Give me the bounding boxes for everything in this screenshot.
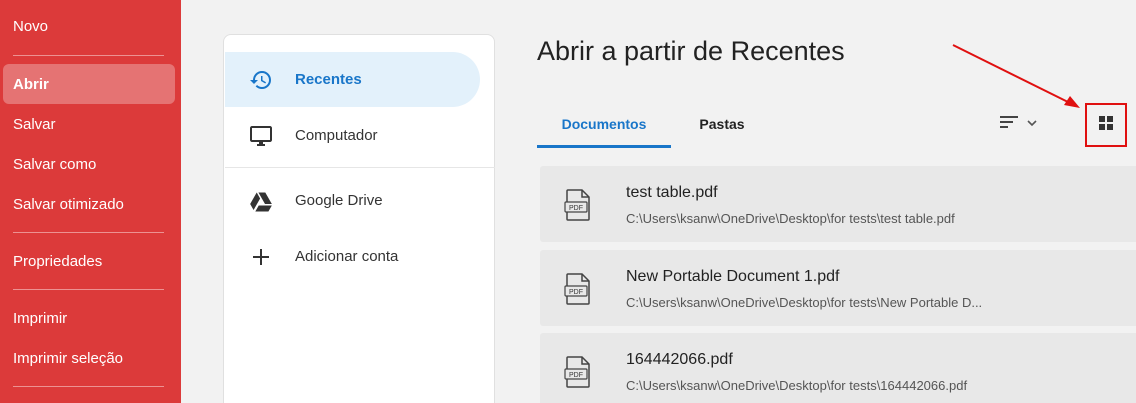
file-path: C:\Users\ksanw\OneDrive\Desktop\for test… — [626, 211, 955, 226]
file-row[interactable]: PDF New Portable Document 1.pdf C:\Users… — [540, 250, 1136, 326]
sort-button[interactable] — [998, 111, 1048, 137]
menu-divider — [13, 55, 164, 56]
pdf-file-icon: PDF — [564, 273, 592, 310]
file-name: 164442066.pdf — [626, 351, 733, 368]
plus-icon — [248, 244, 274, 270]
location-google-drive[interactable]: Google Drive — [225, 173, 480, 228]
file-row[interactable]: PDF test table.pdf C:\Users\ksanw\OneDri… — [540, 166, 1136, 242]
location-label: Recentes — [295, 71, 362, 88]
menu-item-imprimir-selecao[interactable]: Imprimir seleção — [3, 338, 175, 378]
menu-item-novo[interactable]: Novo — [3, 6, 175, 46]
file-name: New Portable Document 1.pdf — [626, 268, 840, 285]
pdf-file-icon: PDF — [564, 356, 592, 393]
file-path: C:\Users\ksanw\OneDrive\Desktop\for test… — [626, 295, 983, 310]
location-divider — [225, 167, 495, 168]
tab-pastas[interactable]: Pastas — [686, 104, 758, 148]
menu-item-label: Abrir — [13, 75, 49, 93]
pdf-badge: PDF — [569, 372, 583, 379]
pdf-badge: PDF — [569, 289, 583, 296]
page-title: Abrir a partir de Recentes — [537, 36, 845, 66]
location-computador[interactable]: Computador — [225, 108, 480, 163]
chevron-down-icon — [1026, 115, 1038, 133]
menu-item-abrir[interactable]: Abrir — [3, 64, 175, 104]
tab-documentos[interactable]: Documentos — [537, 104, 671, 148]
file-name: test table.pdf — [626, 184, 718, 201]
google-drive-icon — [248, 188, 274, 214]
tab-label: Pastas — [699, 116, 745, 132]
menu-item-label: Salvar — [13, 115, 56, 133]
location-label: Google Drive — [295, 192, 383, 209]
menu-divider — [13, 386, 164, 387]
grid-view-button[interactable] — [1085, 103, 1127, 147]
menu-item-propriedades[interactable]: Propriedades — [3, 241, 175, 281]
menu-item-salvar[interactable]: Salvar — [3, 104, 175, 144]
menu-item-label: Imprimir seleção — [13, 349, 124, 367]
location-label: Adicionar conta — [295, 248, 399, 265]
menu-item-label: Salvar como — [13, 155, 97, 173]
file-row[interactable]: PDF 164442066.pdf C:\Users\ksanw\OneDriv… — [540, 333, 1136, 403]
file-path: C:\Users\ksanw\OneDrive\Desktop\for test… — [626, 378, 968, 393]
menu-item-salvar-otimizado[interactable]: Salvar otimizado — [3, 184, 175, 224]
grid-icon — [1098, 115, 1114, 136]
location-label: Computador — [295, 127, 378, 144]
menu-item-imprimir[interactable]: Imprimir — [3, 298, 175, 338]
menu-item-label: Propriedades — [13, 252, 103, 270]
menu-item-salvar-como[interactable]: Salvar como — [3, 144, 175, 184]
menu-item-label: Novo — [13, 17, 49, 35]
pdf-badge: PDF — [569, 205, 583, 212]
menu-divider — [13, 289, 164, 290]
location-panel: Recentes Computador Google Drive Adicion… — [223, 34, 495, 403]
monitor-icon — [248, 123, 274, 149]
menu-item-label: Salvar otimizado — [13, 195, 124, 213]
tab-label: Documentos — [561, 116, 647, 132]
menu-item-label: Imprimir — [13, 309, 68, 327]
location-recentes[interactable]: Recentes — [225, 52, 480, 107]
location-adicionar-conta[interactable]: Adicionar conta — [225, 229, 480, 284]
pdf-file-icon: PDF — [564, 189, 592, 226]
menu-divider — [13, 232, 164, 233]
history-icon — [248, 67, 274, 93]
file-menu-sidebar: Novo Abrir Salvar Salvar como Salvar oti… — [0, 0, 181, 403]
sort-icon — [998, 114, 1020, 135]
